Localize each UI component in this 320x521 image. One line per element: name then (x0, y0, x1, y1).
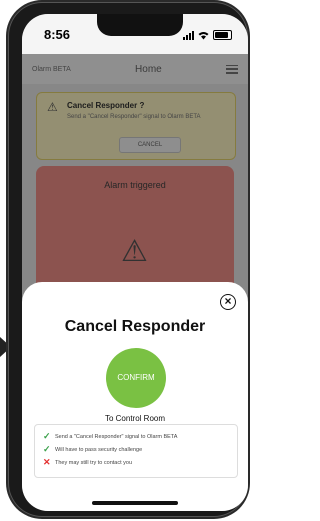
checklist: ✓ Send a "Cancel Responder" signal to Ol… (34, 424, 238, 478)
check-icon: ✓ (43, 431, 51, 441)
sheet-title: Cancel Responder (64, 318, 206, 335)
wifi-icon (198, 31, 209, 39)
confirm-button[interactable]: CONFIRM (106, 348, 166, 408)
phone-screen: 8:56 Olarm BETA Home ⚠ Cancel Responder … (22, 14, 248, 511)
checklist-item: ✓ Will have to pass security challenge (43, 443, 229, 456)
close-icon[interactable]: × (220, 294, 236, 310)
status-time: 8:56 (44, 27, 71, 42)
checklist-item: ✕ They may still try to contact you (43, 456, 229, 469)
checklist-text: Will have to pass security challenge (55, 446, 143, 453)
phone-notch (97, 14, 183, 36)
control-room-label: To Control Room (104, 414, 166, 423)
signal-icon (183, 30, 194, 40)
cross-icon: ✕ (43, 457, 51, 467)
checklist-text: Send a "Cancel Responder" signal to Olar… (55, 433, 178, 440)
battery-icon (213, 30, 232, 40)
check-icon: ✓ (43, 444, 51, 454)
phone-frame: 8:56 Olarm BETA Home ⚠ Cancel Responder … (8, 2, 248, 517)
bottom-sheet: × Cancel Responder CONFIRM To Control Ro… (22, 282, 248, 511)
status-icons (183, 30, 232, 40)
checklist-text: They may still try to contact you (55, 459, 133, 466)
home-indicator (92, 501, 178, 505)
checklist-item: ✓ Send a "Cancel Responder" signal to Ol… (43, 430, 229, 443)
